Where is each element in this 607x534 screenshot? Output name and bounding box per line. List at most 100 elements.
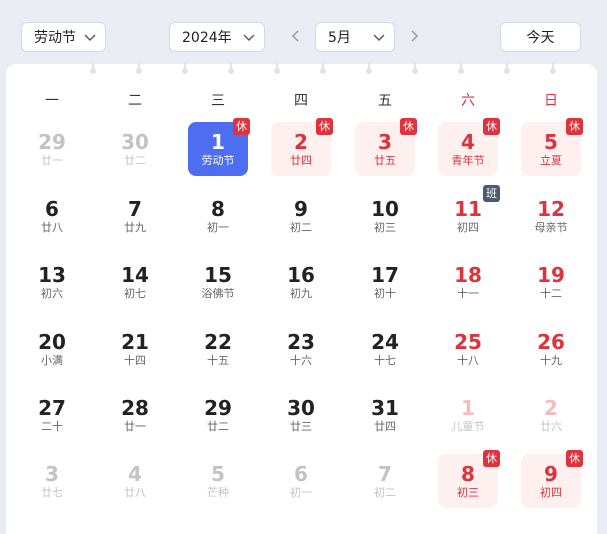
day-cell[interactable]: 29 廿一 — [22, 122, 82, 176]
day-cell[interactable]: 8 初一 — [188, 189, 248, 243]
day-cell[interactable]: 29 廿二 — [188, 388, 248, 442]
day-cell[interactable]: 30 廿二 — [105, 122, 165, 176]
day-cell[interactable]: 6 廿八 — [22, 189, 82, 243]
chevron-down-icon — [243, 34, 255, 41]
day-number: 23 — [287, 330, 315, 354]
day-cell[interactable]: 20 小满 — [22, 322, 82, 376]
day-cell[interactable]: 24 十七 — [355, 322, 415, 376]
day-number: 5 — [211, 462, 225, 486]
day-cell[interactable]: 9 初二 — [271, 189, 331, 243]
day-number: 6 — [45, 197, 59, 221]
day-cell[interactable]: 25 十八 — [438, 322, 498, 376]
day-cell[interactable]: 16 初九 — [271, 255, 331, 309]
day-cell[interactable]: 22 十五 — [188, 322, 248, 376]
rest-badge: 休 — [316, 118, 333, 135]
day-cell[interactable]: 11 初四班 — [438, 185, 500, 243]
lunar-label: 芒种 — [207, 486, 229, 499]
day-cell[interactable]: 17 初十 — [355, 255, 415, 309]
binder-ring — [90, 62, 96, 74]
day-number: 16 — [287, 263, 315, 287]
binder-ring — [458, 62, 464, 74]
lunar-label: 初四 — [540, 486, 562, 499]
day-number: 9 — [294, 197, 308, 221]
lunar-label: 廿一 — [124, 420, 146, 433]
day-cell[interactable]: 3 廿五休 — [355, 118, 417, 176]
binder-ring — [550, 62, 556, 74]
lunar-label: 初二 — [290, 221, 312, 234]
day-cell[interactable]: 1 儿童节 — [438, 388, 498, 442]
lunar-label: 立夏 — [540, 154, 562, 167]
holiday-select[interactable]: 劳动节 — [21, 22, 106, 52]
lunar-label: 初六 — [41, 287, 63, 300]
lunar-label: 劳动节 — [201, 154, 235, 167]
day-cell[interactable]: 9 初四休 — [521, 450, 583, 508]
lunar-label: 浴佛节 — [201, 287, 235, 300]
day-cell[interactable]: 14 初七 — [105, 255, 165, 309]
lunar-label: 二十 — [41, 420, 63, 433]
day-cell[interactable]: 10 初三 — [355, 189, 415, 243]
lunar-label: 母亲节 — [534, 221, 568, 234]
day-cell[interactable]: 7 廿九 — [105, 189, 165, 243]
binder-ring — [228, 62, 234, 74]
day-cell[interactable]: 31 廿四 — [355, 388, 415, 442]
day-cell[interactable]: 15 浴佛节 — [188, 255, 248, 309]
day-cell[interactable]: 4 廿八 — [105, 454, 165, 508]
lunar-label: 廿二 — [207, 420, 229, 433]
day-cell[interactable]: 18 十一 — [438, 255, 498, 309]
workday-badge: 班 — [483, 185, 500, 202]
day-cell[interactable]: 3 廿七 — [22, 454, 82, 508]
lunar-label: 十一 — [457, 287, 479, 300]
day-number: 25 — [454, 330, 482, 354]
lunar-label: 十五 — [207, 354, 229, 367]
year-select-value: 2024年 — [182, 30, 232, 46]
day-cell[interactable]: 27 二十 — [22, 388, 82, 442]
day-number: 19 — [537, 263, 565, 287]
day-cell[interactable]: 28 廿一 — [105, 388, 165, 442]
day-cell[interactable]: 26 十九 — [521, 322, 581, 376]
day-cell[interactable]: 6 初一 — [271, 454, 331, 508]
lunar-label: 十九 — [540, 354, 562, 367]
day-cell[interactable]: 1 劳动节休 — [188, 118, 250, 176]
day-cell[interactable]: 2 廿四休 — [271, 118, 333, 176]
today-button[interactable]: 今天 — [500, 22, 581, 52]
day-cell[interactable]: 8 初三休 — [438, 450, 500, 508]
lunar-label: 廿七 — [41, 486, 63, 499]
lunar-label: 廿六 — [540, 420, 562, 433]
year-select[interactable]: 2024年 — [169, 22, 265, 52]
day-number: 4 — [128, 462, 142, 486]
next-month-icon[interactable] — [406, 28, 422, 44]
day-number: 29 — [204, 396, 232, 420]
day-number: 26 — [537, 330, 565, 354]
day-cell[interactable]: 23 十六 — [271, 322, 331, 376]
day-number: 7 — [378, 462, 392, 486]
day-number: 6 — [294, 462, 308, 486]
month-select[interactable]: 5月 — [315, 22, 395, 52]
day-cell[interactable]: 12 母亲节 — [521, 189, 581, 243]
lunar-label: 廿一 — [41, 154, 63, 167]
day-cell[interactable]: 30 廿三 — [271, 388, 331, 442]
lunar-label: 初七 — [124, 287, 146, 300]
chevron-down-icon — [373, 34, 385, 41]
day-cell[interactable]: 21 十四 — [105, 322, 165, 376]
day-cell[interactable]: 5 立夏休 — [521, 118, 583, 176]
day-cell[interactable]: 4 青年节休 — [438, 118, 500, 176]
day-cell[interactable]: 19 十二 — [521, 255, 581, 309]
lunar-label: 初九 — [290, 287, 312, 300]
day-cell[interactable]: 2 廿六 — [521, 388, 581, 442]
lunar-label: 廿四 — [374, 420, 396, 433]
lunar-label: 廿八 — [124, 486, 146, 499]
rest-badge: 休 — [233, 118, 250, 135]
day-cell[interactable]: 13 初六 — [22, 255, 82, 309]
day-cell[interactable]: 5 芒种 — [188, 454, 248, 508]
lunar-label: 初一 — [207, 221, 229, 234]
lunar-label: 初四 — [457, 221, 479, 234]
chevron-down-icon — [84, 34, 96, 41]
prev-month-icon[interactable] — [288, 28, 304, 44]
lunar-label: 廿三 — [290, 420, 312, 433]
day-cell[interactable]: 7 初二 — [355, 454, 415, 508]
day-number: 27 — [38, 396, 66, 420]
day-number: 18 — [454, 263, 482, 287]
day-number: 10 — [371, 197, 399, 221]
lunar-label: 十七 — [374, 354, 396, 367]
day-number: 28 — [121, 396, 149, 420]
